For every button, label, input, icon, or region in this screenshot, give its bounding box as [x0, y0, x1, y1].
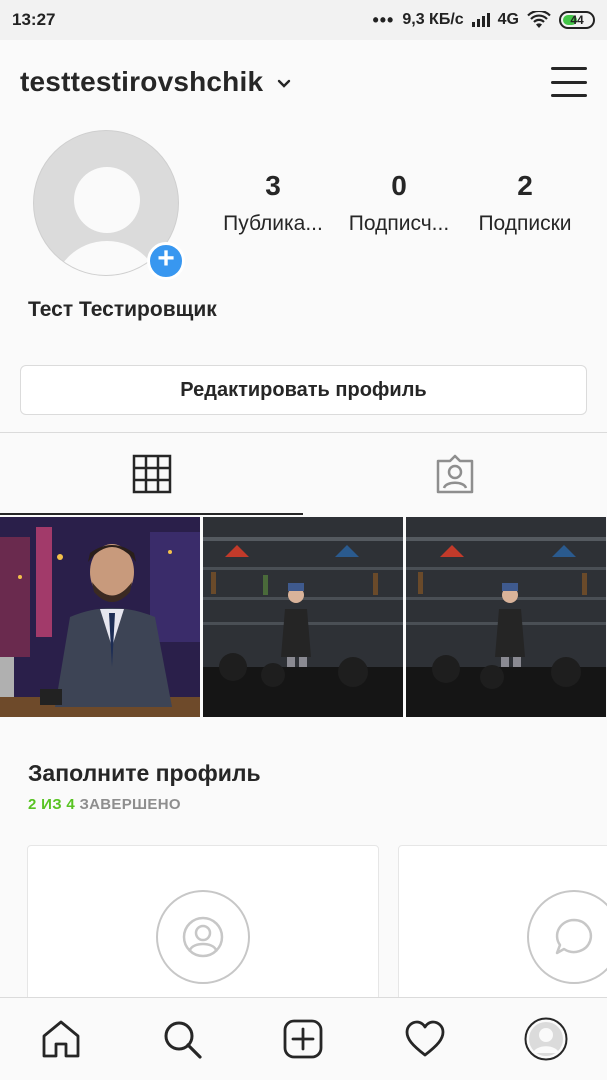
card-icon-circle — [156, 890, 250, 984]
post-grid — [0, 517, 607, 717]
user-circle-icon — [182, 916, 224, 958]
chevron-down-icon[interactable] — [277, 79, 291, 89]
stat-posts[interactable]: 3 Публика... — [210, 170, 336, 236]
stat-value: 2 — [517, 170, 533, 201]
profile-full-name: Тест Тестировщик — [28, 298, 217, 321]
nav-home[interactable] — [31, 1009, 91, 1069]
status-bar: 13:27 ••• 9,3 КБ/с 4G 44 — [0, 0, 607, 40]
stat-label: Публика... — [223, 212, 323, 235]
nav-add-post[interactable] — [273, 1009, 333, 1069]
grid-icon — [132, 454, 171, 494]
progress-count: 2 ИЗ 4 — [28, 796, 75, 813]
hamburger-menu-icon[interactable] — [551, 67, 587, 97]
nav-activity[interactable] — [395, 1009, 455, 1069]
battery-icon: 44 — [559, 11, 595, 29]
card-icon-circle — [527, 890, 607, 984]
plus-icon: + — [157, 242, 175, 275]
stat-followers[interactable]: 0 Подписч... — [336, 170, 462, 236]
search-icon — [164, 1021, 202, 1059]
stat-value: 3 — [265, 170, 281, 201]
wifi-icon — [527, 11, 551, 28]
signal-icon — [471, 13, 490, 27]
heart-icon — [405, 1020, 445, 1057]
stat-label: Подписч... — [348, 212, 450, 235]
complete-profile-progress: 2 ИЗ 4 ЗАВЕРШЕНО — [28, 796, 181, 813]
status-time: 13:27 — [12, 10, 56, 29]
talk-show-image — [0, 517, 200, 717]
bottom-navigation — [0, 997, 607, 1080]
post-thumbnail[interactable] — [203, 517, 403, 717]
nav-search[interactable] — [152, 1009, 212, 1069]
tab-grid[interactable] — [0, 433, 303, 515]
tagged-user-icon — [436, 454, 473, 494]
profile-avatar-icon — [524, 1017, 568, 1061]
add-post-icon — [284, 1019, 323, 1059]
profile-tabs — [0, 433, 607, 515]
notification-dots: ••• — [372, 9, 395, 30]
home-icon — [42, 1020, 80, 1058]
profile-header: testtestirovshchik — [0, 40, 607, 124]
complete-profile-title: Заполните профиль — [28, 760, 261, 786]
stat-following[interactable]: 2 Подписки — [462, 170, 588, 236]
standup-image — [203, 517, 403, 717]
speech-bubble-icon — [555, 918, 593, 955]
network-type: 4G — [497, 11, 519, 28]
battery-level: 44 — [570, 13, 584, 27]
add-photo-button[interactable]: + — [147, 242, 185, 280]
standup-image — [406, 517, 606, 717]
network-speed: 9,3 КБ/с — [402, 11, 464, 28]
stat-value: 0 — [391, 170, 407, 201]
profile-stats: 3 Публика... 0 Подписч... 2 Подписки — [210, 170, 590, 236]
nav-profile[interactable] — [516, 1009, 576, 1069]
progress-label: ЗАВЕРШЕНО — [79, 796, 181, 813]
tab-tagged[interactable] — [303, 433, 606, 515]
username[interactable]: testtestirovshchik — [20, 66, 263, 98]
profile-avatar[interactable]: + — [33, 130, 185, 280]
post-thumbnail[interactable] — [406, 517, 606, 717]
post-thumbnail[interactable] — [0, 517, 200, 717]
edit-profile-button[interactable]: Редактировать профиль — [20, 365, 587, 415]
stat-label: Подписки — [478, 212, 572, 235]
